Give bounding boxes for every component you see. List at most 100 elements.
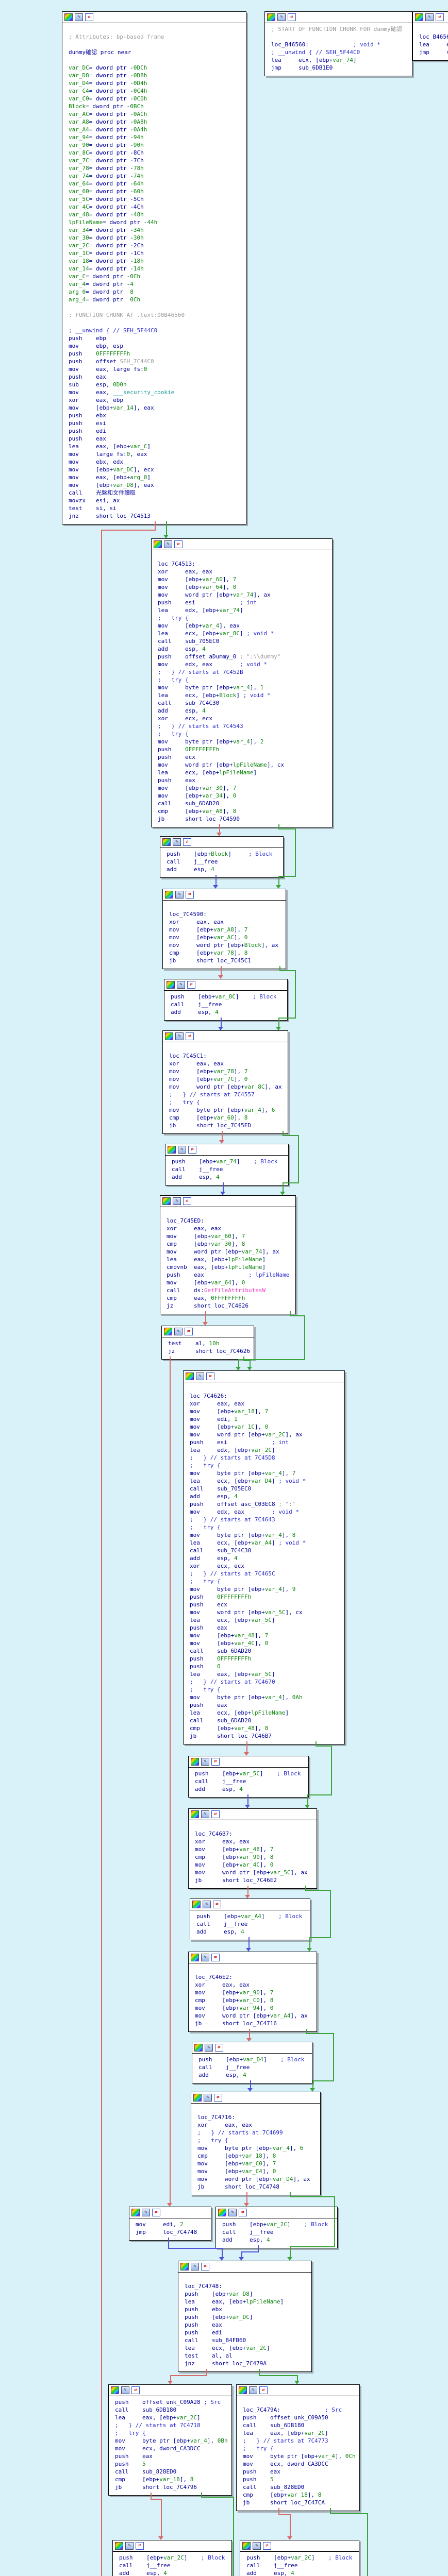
node-titlebar[interactable]: ✎⇄ xyxy=(163,1031,288,1042)
node-group-icon[interactable]: ⇄ xyxy=(263,2542,271,2550)
node-color-icon[interactable] xyxy=(191,1810,199,1818)
node-titlebar[interactable]: ✎⇄ xyxy=(184,1371,344,1382)
node-edit-icon[interactable]: ✎ xyxy=(178,1146,186,1154)
node-edit-icon[interactable]: ✎ xyxy=(174,1328,182,1335)
node-edit-icon[interactable]: ✎ xyxy=(201,1954,209,1961)
free-block-8[interactable]: ✎⇄push [ebp+var_2C] ; Blockcall j__freea… xyxy=(112,2540,232,2576)
node-color-icon[interactable] xyxy=(239,2386,247,2394)
node-titlebar[interactable]: ✎⇄ xyxy=(113,2540,231,2552)
node-titlebar[interactable]: ✎⇄ xyxy=(190,1899,310,1910)
node-color-icon[interactable] xyxy=(194,2044,203,2052)
node-titlebar[interactable]: ✎⇄ xyxy=(192,2042,312,2054)
node-titlebar[interactable]: ✎⇄ xyxy=(189,1756,308,1768)
node-edit-icon[interactable]: ✎ xyxy=(173,838,181,846)
node-group-icon[interactable]: ⇄ xyxy=(211,1954,220,1961)
node-group-icon[interactable]: ⇄ xyxy=(259,2386,268,2394)
node-titlebar[interactable]: ✎⇄ xyxy=(178,2261,311,2273)
node-group-icon[interactable]: ⇄ xyxy=(136,2542,144,2550)
node-color-icon[interactable] xyxy=(193,2094,202,2102)
graph-canvas[interactable]: ✎⇄ ; Attributes: bp-based frame dummy確認 … xyxy=(0,0,448,2576)
node-color-icon[interactable] xyxy=(115,2542,123,2550)
node-titlebar[interactable]: ✎⇄ xyxy=(265,12,412,23)
node-group-icon[interactable]: ⇄ xyxy=(186,1032,194,1040)
node-loc_7C45ED[interactable]: ✎⇄ loc_7C45ED:xor eax, eaxmov [ebp+var_6… xyxy=(160,1195,296,1314)
node-titlebar[interactable]: ✎⇄ xyxy=(62,12,246,23)
node-group-icon[interactable]: ⇄ xyxy=(288,13,296,21)
node-titlebar[interactable]: ✎⇄ xyxy=(129,2207,211,2218)
node-edit-icon[interactable]: ✎ xyxy=(196,1372,204,1380)
node-loc_7C4590[interactable]: ✎⇄ loc_7C4590:xor eax, eaxmov [ebp+var_A… xyxy=(162,889,286,969)
node-loc_7C46E2[interactable]: ✎⇄ loc_7C46E2:xor eax, eaxmov [ebp+var_9… xyxy=(188,1952,317,2032)
node-loc_7C4748[interactable]: ✎⇄ loc_7C4748:push [ebp+var_D8]lea eax, … xyxy=(178,2261,312,2372)
node-titlebar[interactable]: ✎⇄ xyxy=(189,1809,317,1820)
func-header[interactable]: ✎⇄ ; Attributes: bp-based frame dummy確認 … xyxy=(62,11,246,524)
node-group-icon[interactable]: ⇄ xyxy=(215,2044,223,2052)
free-block-6[interactable]: ✎⇄push [ebp+var_D4] ; Blockcall j__freea… xyxy=(192,2042,312,2083)
node-loc_7C4716[interactable]: ✎⇄ loc_7C4716:xor eax, eax; } // starts … xyxy=(191,2092,321,2195)
node-titlebar[interactable]: ✎⇄ xyxy=(165,1144,288,1156)
node-edit-icon[interactable]: ✎ xyxy=(173,1197,181,1205)
node-color-icon[interactable] xyxy=(242,2542,251,2550)
node-titlebar[interactable]: ✎⇄ xyxy=(189,1952,317,1963)
node-titlebar[interactable]: ✎⇄ xyxy=(216,2207,337,2218)
node-edit-icon[interactable]: ✎ xyxy=(201,1758,209,1766)
node-group-icon[interactable]: ⇄ xyxy=(85,13,93,21)
node-edit-icon[interactable]: ✎ xyxy=(164,540,172,548)
node-edit-icon[interactable]: ✎ xyxy=(125,2542,134,2550)
node-titlebar[interactable]: ✎⇄ xyxy=(109,2385,231,2396)
node-group-icon[interactable]: ⇄ xyxy=(187,981,195,989)
free-block-4[interactable]: ✎⇄push [ebp+var_5C] ; Blockcall j__freea… xyxy=(188,1756,309,1798)
node-group-icon[interactable]: ⇄ xyxy=(186,891,194,899)
node-titlebar[interactable]: ✎⇄ xyxy=(163,889,286,901)
node-group-icon[interactable]: ⇄ xyxy=(183,1197,191,1205)
node-group-icon[interactable]: ⇄ xyxy=(152,2209,160,2216)
node-edit-icon[interactable]: ✎ xyxy=(75,13,83,21)
node-edit-icon[interactable]: ✎ xyxy=(191,2263,199,2270)
node-color-icon[interactable] xyxy=(191,1954,199,1961)
node-color-icon[interactable] xyxy=(218,2209,226,2216)
node-edit-icon[interactable]: ✎ xyxy=(142,2209,150,2216)
node-color-icon[interactable] xyxy=(162,838,171,846)
node-titlebar[interactable]: ✎⇄ xyxy=(160,837,283,848)
node-group-icon[interactable]: ⇄ xyxy=(214,2094,222,2102)
node-edit-icon[interactable]: ✎ xyxy=(204,2094,212,2102)
node-edi-2[interactable]: ✎⇄mov edi, 2jmp loc_7C4748 xyxy=(129,2207,211,2241)
node-group-icon[interactable]: ⇄ xyxy=(211,1810,220,1818)
node-color-icon[interactable] xyxy=(180,2263,189,2270)
node-edit-icon[interactable]: ✎ xyxy=(253,2542,261,2550)
node-color-icon[interactable] xyxy=(267,13,275,21)
node-color-icon[interactable] xyxy=(154,540,162,548)
node-loc_7C479A[interactable]: ✎⇄ loc_7C479A: ; Srcpush offset unk_C09A… xyxy=(236,2384,360,2511)
node-test-dir[interactable]: ✎⇄test al, 10hjz short loc_7C4626 xyxy=(161,1326,254,1360)
node-titlebar[interactable]: ✎⇄ xyxy=(152,539,332,550)
node-group-icon[interactable]: ⇄ xyxy=(131,2386,140,2394)
node-titlebar[interactable]: ✎⇄ xyxy=(237,2385,359,2396)
node-color-icon[interactable] xyxy=(111,2386,119,2394)
node-group-icon[interactable]: ⇄ xyxy=(174,540,182,548)
chunk-loc_B46568[interactable]: ✎⇄ loc_B46568:lea ecx, [ebpjmp sub_6DB1 xyxy=(412,11,448,61)
node-group-icon[interactable]: ⇄ xyxy=(239,2209,247,2216)
node-group-icon[interactable]: ⇄ xyxy=(211,1758,220,1766)
node-loc_7C4513[interactable]: ✎⇄ loc_7C4513:xor eax, eaxmov [ebp+var_6… xyxy=(151,538,333,827)
node-group-icon[interactable]: ⇄ xyxy=(201,2263,209,2270)
node-group-icon[interactable]: ⇄ xyxy=(183,838,191,846)
node-color-icon[interactable] xyxy=(131,2209,140,2216)
node-titlebar[interactable]: ✎⇄ xyxy=(191,2092,320,2104)
node-group-icon[interactable]: ⇄ xyxy=(206,1372,214,1380)
node-edit-icon[interactable]: ✎ xyxy=(175,1032,184,1040)
node-edit-icon[interactable]: ✎ xyxy=(249,2386,257,2394)
node-color-icon[interactable] xyxy=(415,13,423,21)
node-color-icon[interactable] xyxy=(192,1901,201,1908)
node-edit-icon[interactable]: ✎ xyxy=(177,981,185,989)
node-titlebar[interactable]: ✎⇄ xyxy=(240,2540,359,2552)
node-titlebar[interactable]: ✎⇄ xyxy=(413,12,448,23)
free-block-5[interactable]: ✎⇄push [ebp+var_A4] ; Blockcall j__freea… xyxy=(190,1899,310,1940)
node-titlebar[interactable]: ✎⇄ xyxy=(160,1196,295,1207)
node-color-icon[interactable] xyxy=(64,13,73,21)
node-edit-icon[interactable]: ✎ xyxy=(228,2209,237,2216)
node-color-icon[interactable] xyxy=(167,981,175,989)
node-color-icon[interactable] xyxy=(162,1197,171,1205)
free-block-1[interactable]: ✎⇄push [ebp+Block] ; Blockcall j__freead… xyxy=(160,836,284,878)
free-block-7[interactable]: ✎⇄push [ebp+var_2C] ; Blockcall j__freea… xyxy=(215,2207,338,2248)
node-group-icon[interactable]: ⇄ xyxy=(185,1328,193,1335)
